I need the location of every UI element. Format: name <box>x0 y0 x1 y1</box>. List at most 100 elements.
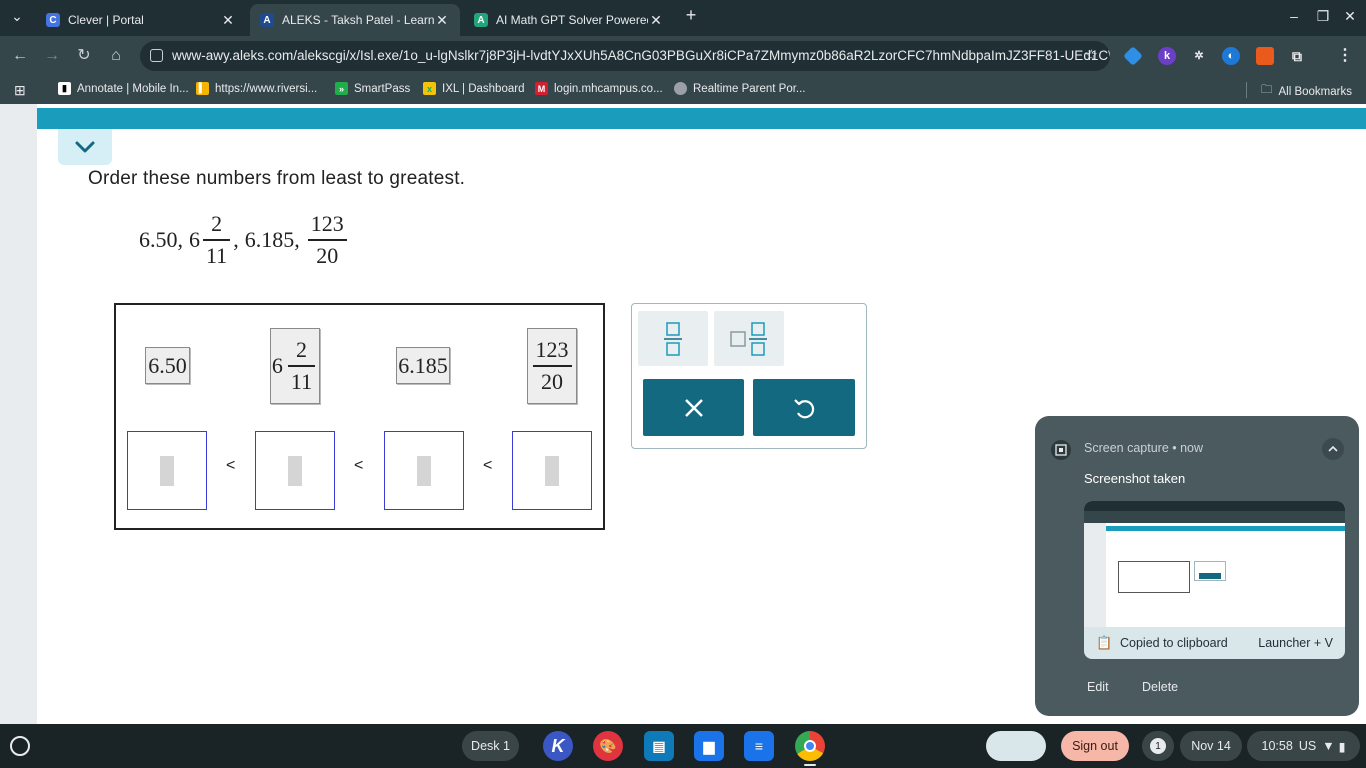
undo-button[interactable] <box>753 379 855 436</box>
sign-out-button[interactable]: Sign out <box>1061 731 1129 761</box>
extension-bug-icon[interactable]: ✲ <box>1190 47 1208 65</box>
fraction-button[interactable] <box>638 311 708 366</box>
draggable-tile-6-185[interactable]: 6.185 <box>396 347 450 384</box>
close-icon[interactable]: ✕ <box>648 12 664 29</box>
address-bar[interactable]: www-awy.aleks.com/alekscgi/x/Isl.exe/1o_… <box>140 41 1110 71</box>
extension-orange-icon[interactable] <box>1256 47 1274 65</box>
slot-placeholder <box>288 455 302 486</box>
bookmark-mhcampus[interactable]: Mlogin.mhcampus.co... <box>535 82 663 95</box>
tab-title: Clever | Portal <box>68 13 144 27</box>
bookmark-label: https://www.riversi... <box>215 82 318 95</box>
source-label: Screen capture <box>1084 441 1169 455</box>
mixed-number-button[interactable] <box>714 311 784 366</box>
extension-k-icon[interactable]: k <box>1158 47 1176 65</box>
fraction-numerator: 2 <box>211 211 223 237</box>
close-icon[interactable]: ✕ <box>220 12 236 29</box>
tile-fraction: 123 20 <box>532 337 572 395</box>
bookmark-label: Realtime Parent Por... <box>693 82 806 95</box>
notification-badge: 1 <box>1150 738 1166 754</box>
bookmark-smartpass[interactable]: » SmartPass <box>335 82 410 95</box>
answer-slot-4[interactable] <box>512 431 592 510</box>
aleks-header-bar <box>37 108 1366 129</box>
fraction-numerator: 2 <box>296 337 307 363</box>
bookmark-riverside[interactable]: ▍ https://www.riversi... <box>196 82 317 95</box>
tab-title: ALEKS - Taksh Patel - Learn <box>282 13 434 27</box>
notification-count[interactable]: 1 <box>1142 731 1174 761</box>
status-tray[interactable]: 10:58 US ▼ ▮ <box>1247 731 1360 761</box>
extensions-puzzle-icon[interactable]: ⧉ <box>1288 47 1306 65</box>
left-margin <box>0 104 37 724</box>
clipboard-label: Copied to clipboard <box>1120 636 1228 650</box>
undo-icon <box>794 398 815 418</box>
extension-blue-icon[interactable]: ◐ <box>1222 47 1240 65</box>
bookmarks-divider <box>1246 82 1247 98</box>
tab-search-icon[interactable]: ⌄ <box>7 8 27 25</box>
date-button[interactable]: Nov 14 <box>1180 731 1242 761</box>
bookmark-annotate[interactable]: ▮ Annotate | Mobile In... <box>58 82 189 95</box>
improper-fraction: 123 20 <box>307 211 347 269</box>
tab-ai-math[interactable]: A AI Math GPT Solver Powered b ✕ <box>464 4 674 36</box>
chevron-down-icon <box>75 141 95 153</box>
apps-grid-icon[interactable]: ⊞ <box>14 82 26 99</box>
launcher-icon[interactable] <box>10 736 30 756</box>
tab-clever[interactable]: C Clever | Portal ✕ <box>36 4 246 36</box>
collapse-button[interactable] <box>58 129 112 165</box>
kami-app-icon[interactable]: K <box>543 731 573 761</box>
less-than-symbol: < <box>483 457 493 474</box>
delete-button[interactable]: Delete <box>1142 680 1178 694</box>
draggable-tile-6-50[interactable]: 6.50 <box>145 347 190 384</box>
docs-app-icon[interactable]: ≡ <box>744 731 774 761</box>
draggable-tile-6-2-11[interactable]: 6 2 11 <box>270 328 320 404</box>
classroom-app-icon[interactable]: ▤ <box>644 731 674 761</box>
notification-title: Screenshot taken <box>1084 471 1186 486</box>
tab-aleks[interactable]: A ALEKS - Taksh Patel - Learn ✕ <box>250 4 460 36</box>
answer-slot-1[interactable] <box>127 431 207 510</box>
collapse-notification-icon[interactable] <box>1322 438 1344 460</box>
fraction-numerator: 123 <box>535 337 569 363</box>
clipboard-bar[interactable]: 📋 Copied to clipboard Launcher + V <box>1084 627 1345 659</box>
clock: 10:58 <box>1261 739 1293 753</box>
back-icon[interactable]: ← <box>10 46 30 66</box>
url-text: www-awy.aleks.com/alekscgi/x/Isl.exe/1o_… <box>172 48 1110 63</box>
answer-slot-2[interactable] <box>255 431 335 510</box>
paint-app-icon[interactable]: 🎨 <box>593 731 623 761</box>
clear-button[interactable] <box>643 379 744 436</box>
tile-fraction: 2 11 <box>287 337 316 395</box>
bookmark-realtime[interactable]: Realtime Parent Por... <box>674 82 806 95</box>
separator: , <box>233 227 239 252</box>
ixl-icon: x <box>423 82 436 95</box>
aleks-favicon-icon: A <box>260 13 274 27</box>
files-app-icon[interactable]: ▆ <box>694 731 724 761</box>
forward-icon[interactable]: → <box>42 46 62 66</box>
close-icon[interactable]: ✕ <box>434 12 450 29</box>
draggable-tile-123-20[interactable]: 123 20 <box>527 328 577 404</box>
screenshot-thumbnail[interactable] <box>1084 501 1345 627</box>
bookmarks-bar: ⊞ ▮ Annotate | Mobile In... ▍ https://www.… <box>0 76 1366 104</box>
folder-icon: 🗀 <box>1261 84 1273 96</box>
home-icon[interactable]: ⌂ <box>106 46 126 66</box>
screen-capture-notification[interactable]: Screen capture • now Screenshot taken 📋 … <box>1035 416 1359 716</box>
bookmark-star-icon[interactable]: ☆ <box>1085 41 1098 71</box>
site-info-icon[interactable] <box>150 49 163 62</box>
slot-placeholder <box>417 455 431 486</box>
stylus-tools-icon[interactable] <box>986 731 1046 761</box>
minimize-icon[interactable]: – <box>1284 8 1304 24</box>
all-bookmarks[interactable]: 🗀 All Bookmarks <box>1261 82 1352 101</box>
locale: US <box>1298 739 1317 753</box>
desk-button[interactable]: Desk 1 <box>462 731 519 761</box>
bookmark-label: login.mhcampus.co... <box>554 82 663 95</box>
less-than-symbol: < <box>354 457 364 474</box>
reload-icon[interactable]: ↻ <box>74 46 94 66</box>
menu-kebab-icon[interactable]: ⋮ <box>1336 47 1354 65</box>
answer-slot-3[interactable] <box>384 431 464 510</box>
tile-whole: 6 <box>271 353 283 378</box>
bookmark-ixl[interactable]: x IXL | Dashboard <box>423 82 524 95</box>
extension-diamond-icon[interactable] <box>1123 46 1143 66</box>
edit-button[interactable]: Edit <box>1087 680 1109 694</box>
chrome-app-icon[interactable] <box>795 731 825 761</box>
window-close-icon[interactable]: ✕ <box>1340 8 1360 25</box>
mixed-number-template-icon <box>730 321 767 356</box>
restore-icon[interactable]: ❐ <box>1313 8 1333 25</box>
smartpass-icon: » <box>335 82 348 95</box>
new-tab-icon[interactable]: + <box>681 5 701 26</box>
